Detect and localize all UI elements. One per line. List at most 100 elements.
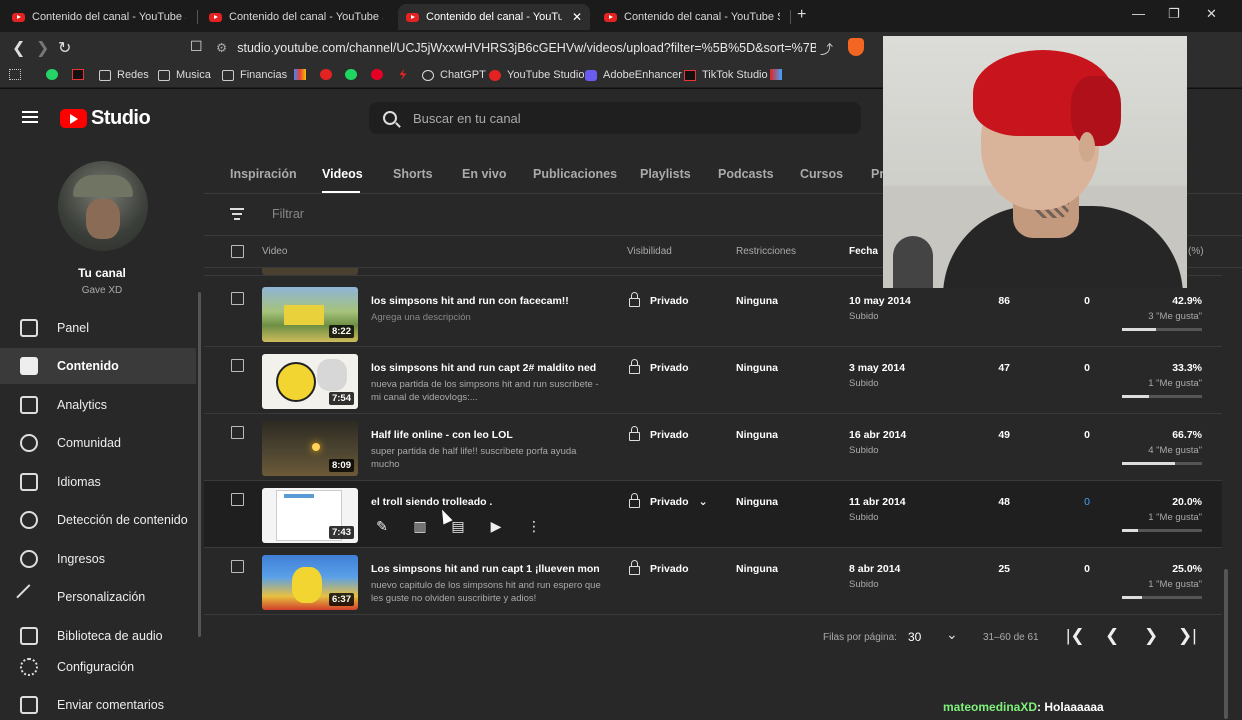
filter-icon[interactable] bbox=[230, 208, 244, 220]
visibility-value[interactable]: Privado bbox=[629, 560, 689, 575]
search-input[interactable]: Buscar en tu canal bbox=[369, 102, 861, 134]
extension-icon[interactable] bbox=[770, 69, 788, 80]
sidebar-item-comunidad[interactable]: Comunidad bbox=[0, 425, 196, 461]
header-date-sort[interactable]: Fecha bbox=[849, 246, 878, 257]
studio-logo[interactable]: Studio bbox=[60, 107, 151, 130]
video-title[interactable]: Los simpsons hit and run capt 1 ¡llueven… bbox=[371, 563, 599, 575]
visibility-value[interactable]: Privado bbox=[629, 426, 689, 441]
youtube-bookmark-icon[interactable] bbox=[320, 69, 338, 80]
table-row[interactable]: 8:22 los simpsons hit and run con faceca… bbox=[204, 280, 1222, 347]
tiktok-icon[interactable] bbox=[72, 69, 90, 80]
comments-link[interactable]: 0 bbox=[1064, 496, 1090, 508]
tab-podcasts[interactable]: Podcasts bbox=[718, 167, 774, 181]
row-checkbox[interactable] bbox=[231, 560, 244, 573]
tab-publicaciones[interactable]: Publicaciones bbox=[533, 167, 617, 181]
video-title[interactable]: los simpsons hit and run capt 2# maldito… bbox=[371, 362, 599, 374]
bookmark-adobeenhancer[interactable]: AdobeEnhancer bbox=[585, 69, 682, 81]
gmail-icon[interactable] bbox=[294, 69, 312, 80]
browser-tab-active[interactable]: Contenido del canal - YouTube Studio ✕ bbox=[398, 4, 590, 30]
prev-page-icon[interactable]: ❮ bbox=[1105, 626, 1119, 646]
maximize-icon[interactable]: ❐ bbox=[1168, 6, 1180, 22]
bookmark-folder-musica[interactable]: Musica bbox=[158, 69, 211, 81]
brave-shield-icon[interactable] bbox=[848, 38, 864, 56]
table-row[interactable]: 6:37 Los simpsons hit and run capt 1 ¡ll… bbox=[204, 548, 1222, 615]
sidebar-item-analytics[interactable]: Analytics bbox=[0, 387, 196, 423]
video-thumbnail[interactable]: 7:43 bbox=[262, 488, 358, 543]
video-description[interactable]: nuevo capitulo de los simpsons hit and r… bbox=[371, 579, 603, 605]
more-options-icon[interactable]: ⋮ bbox=[523, 516, 545, 536]
select-all-checkbox[interactable] bbox=[231, 245, 244, 258]
video-title[interactable]: Half life online - con leo LOL bbox=[371, 429, 599, 441]
sidebar-item-configuracion[interactable]: Configuración bbox=[0, 649, 196, 685]
browser-tab[interactable]: Contenido del canal - YouTube Studio bbox=[4, 4, 194, 30]
close-tab-icon[interactable]: ✕ bbox=[572, 10, 582, 24]
site-settings-icon[interactable]: ⚙ bbox=[216, 41, 227, 55]
visibility-value[interactable]: Privado bbox=[629, 359, 689, 374]
bookmark-folder-financias[interactable]: Financias bbox=[222, 69, 287, 81]
minimize-icon[interactable]: — bbox=[1132, 6, 1145, 21]
sidebar-item-personalizacion[interactable]: Personalización bbox=[0, 579, 196, 615]
sidebar-item-deteccion[interactable]: Detección de contenido bbox=[0, 502, 196, 538]
tab-videos[interactable]: Videos bbox=[322, 167, 363, 181]
first-page-icon[interactable]: |❮ bbox=[1066, 626, 1085, 646]
bookmark-youtube-studio[interactable]: YouTube Studio bbox=[489, 69, 584, 81]
back-icon[interactable]: ❮ bbox=[12, 38, 25, 58]
bookmark-tiktok-studio[interactable]: TikTok Studio bbox=[684, 69, 768, 81]
row-checkbox[interactable] bbox=[231, 426, 244, 439]
visibility-value[interactable]: Privado bbox=[629, 292, 689, 307]
sidebar-item-contenido[interactable]: Contenido bbox=[0, 348, 196, 384]
analytics-icon[interactable]: ▥ bbox=[409, 516, 431, 536]
video-description[interactable]: Agrega una descripción bbox=[371, 311, 603, 324]
video-description[interactable]: nueva partida de los simpsons hit and ru… bbox=[371, 378, 603, 404]
table-row[interactable]: 7:54 los simpsons hit and run capt 2# ma… bbox=[204, 347, 1222, 414]
sidebar-item-panel[interactable]: Panel bbox=[0, 310, 196, 346]
table-row-hovered[interactable]: 7:43 el troll siendo trolleado . ✎ ▥ ▤ ▶… bbox=[204, 481, 1222, 548]
reload-icon[interactable]: ↻ bbox=[58, 38, 71, 58]
visibility-dropdown[interactable]: Privado ⌄ bbox=[629, 493, 708, 508]
tab-en-vivo[interactable]: En vivo bbox=[462, 167, 506, 181]
channel-avatar[interactable] bbox=[58, 161, 148, 251]
last-page-icon[interactable]: ❯| bbox=[1178, 626, 1197, 646]
browser-tab[interactable]: Contenido del canal - YouTube Studio bbox=[201, 4, 391, 30]
bookmark-chatgpt[interactable]: ChatGPT bbox=[422, 69, 486, 81]
share-icon[interactable]: ⤴ bbox=[820, 39, 833, 58]
filter-input[interactable]: Filtrar bbox=[272, 207, 304, 221]
next-page-icon[interactable]: ❯ bbox=[1144, 626, 1158, 646]
video-description[interactable]: super partida de half life!! suscribete … bbox=[371, 445, 603, 471]
tab-cursos[interactable]: Cursos bbox=[800, 167, 843, 181]
whatsapp-icon[interactable] bbox=[46, 69, 64, 80]
browser-tab[interactable]: Contenido del canal - YouTube Studio bbox=[596, 4, 788, 30]
row-checkbox[interactable] bbox=[231, 292, 244, 305]
chevron-down-icon[interactable]: ⌄ bbox=[946, 626, 958, 643]
apps-icon[interactable] bbox=[9, 69, 27, 80]
youtube-view-icon[interactable]: ▶ bbox=[485, 516, 507, 536]
sidebar-item-ingresos[interactable]: Ingresos bbox=[0, 541, 196, 577]
tab-shorts[interactable]: Shorts bbox=[393, 167, 433, 181]
tab-playlists[interactable]: Playlists bbox=[640, 167, 691, 181]
sidebar-scrollbar[interactable] bbox=[198, 292, 201, 637]
sidebar-item-enviar-comentarios[interactable]: Enviar comentarios bbox=[0, 687, 196, 720]
pinterest-icon[interactable] bbox=[371, 69, 389, 80]
video-title[interactable]: los simpsons hit and run con facecam!! bbox=[371, 295, 599, 307]
edit-pencil-icon[interactable]: ✎ bbox=[371, 516, 393, 536]
video-thumbnail[interactable]: 8:22 bbox=[262, 287, 358, 342]
address-input[interactable]: ⚙ studio.youtube.com/channel/UCJ5jWxxwHVH… bbox=[216, 37, 816, 59]
sidebar-item-idiomas[interactable]: Idiomas bbox=[0, 464, 196, 500]
video-thumbnail[interactable]: 8:09 bbox=[262, 421, 358, 476]
new-tab-button[interactable]: + bbox=[797, 6, 806, 24]
row-checkbox[interactable] bbox=[231, 493, 244, 506]
row-checkbox[interactable] bbox=[231, 359, 244, 372]
forward-icon[interactable]: ❯ bbox=[36, 38, 49, 58]
bookmark-icon[interactable]: ☐ bbox=[190, 38, 203, 55]
bookmark-folder-redes[interactable]: Redes bbox=[99, 69, 149, 81]
video-title[interactable]: el troll siendo trolleado . bbox=[371, 496, 599, 508]
table-row[interactable]: 8:09 Half life online - con leo LOL supe… bbox=[204, 414, 1222, 481]
menu-icon[interactable] bbox=[22, 111, 38, 123]
close-window-icon[interactable]: ✕ bbox=[1206, 6, 1217, 22]
video-thumbnail[interactable]: 6:37 bbox=[262, 555, 358, 610]
tab-inspiracion[interactable]: Inspiración bbox=[230, 167, 297, 181]
bolt-icon[interactable] bbox=[397, 69, 415, 80]
video-thumbnail[interactable]: 7:54 bbox=[262, 354, 358, 409]
rows-per-page-select[interactable]: 30 bbox=[908, 630, 921, 644]
main-scrollbar[interactable] bbox=[1224, 569, 1228, 719]
